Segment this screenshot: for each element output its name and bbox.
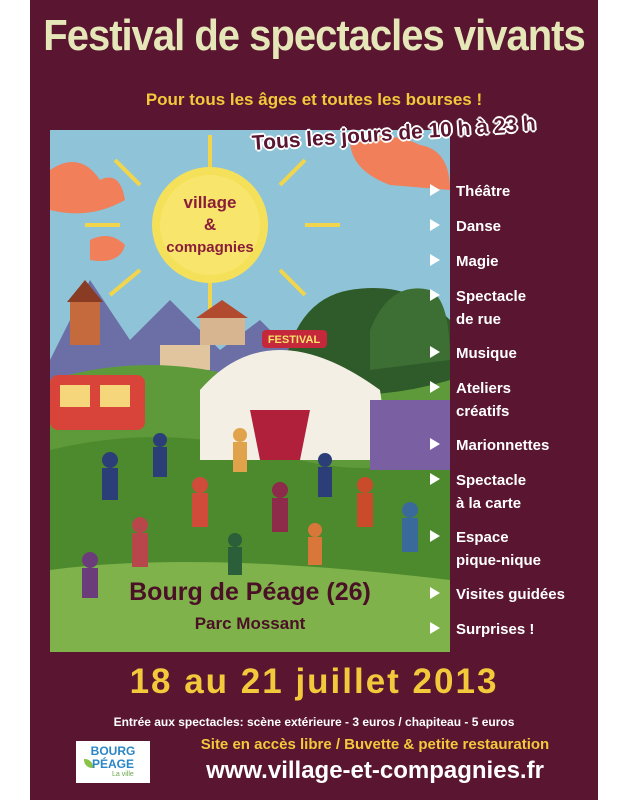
park-name: Parc Mossant (194, 614, 306, 633)
festival-poster: Festival de spectacles vivants Pour tous… (30, 0, 598, 800)
arrow-right-icon (430, 184, 440, 196)
entry-prices: Entrée aux spectacles: scène extérieure … (113, 715, 515, 729)
arrow-right-icon (430, 219, 440, 231)
list-item: Théâtre (430, 180, 598, 215)
logo-line-3: La ville (112, 771, 134, 778)
list-item: Spectacle de rue (430, 285, 598, 342)
town-name: Bourg de Péage (26) (129, 578, 371, 606)
list-item: Espace pique-nique (430, 526, 598, 583)
sun-text-village: village (184, 193, 237, 212)
poster-subtitle: Pour tous les âges et toutes les bourses… (145, 90, 483, 109)
arrow-right-icon (430, 346, 440, 358)
arrow-right-icon (430, 530, 440, 542)
arrow-right-icon (430, 438, 440, 450)
logo-line-2: PÉAGE (91, 757, 134, 771)
list-item: Visites guidées (430, 583, 598, 618)
list-item: Marionnettes (430, 434, 598, 469)
sun-text-compagnies: compagnies (166, 239, 254, 256)
sun-text-ampersand: & (204, 215, 216, 234)
site-access-info: Site en accès libre / Buvette & petite r… (200, 736, 550, 753)
arrow-right-icon (430, 289, 440, 301)
list-item: Surprises ! (430, 618, 598, 653)
logo-line-1: BOURG (90, 744, 136, 758)
list-item: Danse (430, 215, 598, 250)
poster-title: Festival de spectacles vivants (43, 12, 585, 60)
arrow-right-icon (430, 473, 440, 485)
activities-list: Théâtre Danse Magie Spectacle de rue Mus… (430, 180, 598, 653)
festival-dates: 18 au 21 juillet 2013 (129, 662, 499, 701)
list-item: Musique (430, 342, 598, 377)
website-url: www.village-et-compagnies.fr (206, 757, 544, 784)
bourg-de-peage-logo: BOURG PÉAGE La ville (76, 741, 150, 783)
festival-illustration: village & compagnies FESTIVAL (50, 130, 450, 652)
arrow-right-icon (430, 381, 440, 393)
list-item: Spectacle à la carte (430, 469, 598, 526)
tent-sign-text: FESTIVAL (268, 334, 321, 346)
arrow-right-icon (430, 254, 440, 266)
list-item: Ateliers créatifs (430, 377, 598, 434)
list-item: Magie (430, 250, 598, 285)
